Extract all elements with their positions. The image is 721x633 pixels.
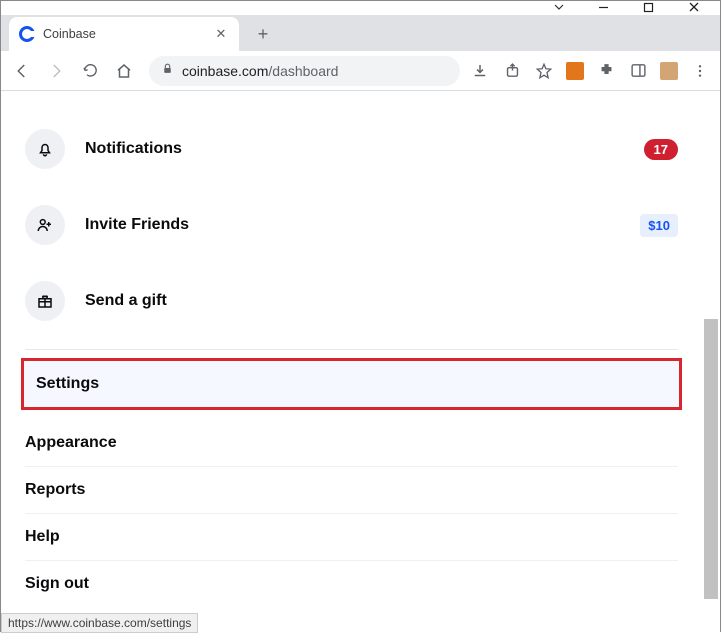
link-reports[interactable]: Reports — [25, 467, 678, 514]
invite-icon — [25, 205, 65, 245]
link-label: Appearance — [25, 434, 678, 452]
install-icon[interactable] — [470, 61, 490, 81]
metamask-extension-icon[interactable] — [566, 62, 584, 80]
menu-item-invite[interactable]: Invite Friends $10 — [25, 187, 678, 263]
link-label: Reports — [25, 481, 678, 499]
menu-label: Notifications — [85, 140, 624, 158]
link-label: Sign out — [25, 575, 678, 593]
window-titlebar — [1, 1, 720, 15]
link-label: Settings — [36, 375, 667, 393]
invite-reward-badge: $10 — [640, 214, 678, 237]
lock-icon — [161, 62, 174, 80]
new-tab-button[interactable]: + — [249, 20, 277, 48]
kebab-menu-icon[interactable] — [690, 61, 710, 81]
link-help[interactable]: Help — [25, 514, 678, 561]
menu-item-gift[interactable]: Send a gift — [25, 263, 678, 339]
scrollbar-thumb[interactable] — [704, 319, 718, 599]
menu-label: Invite Friends — [85, 216, 620, 234]
address-bar[interactable]: coinbase.com/dashboard — [149, 56, 460, 86]
toolbar-actions — [470, 61, 714, 81]
forward-button[interactable] — [41, 56, 71, 86]
menu-item-notifications[interactable]: Notifications 17 — [25, 111, 678, 187]
menu-label: Send a gift — [85, 292, 678, 310]
vertical-scrollbar[interactable] — [703, 91, 719, 633]
page-content: Notifications 17 Invite Friends $10 Send… — [1, 91, 702, 607]
page-viewport: Notifications 17 Invite Friends $10 Send… — [1, 91, 720, 633]
bell-icon — [25, 129, 65, 169]
link-signout[interactable]: Sign out — [25, 561, 678, 607]
home-button[interactable] — [109, 56, 139, 86]
url-text: coinbase.com/dashboard — [182, 63, 338, 79]
profile-avatar-icon[interactable] — [660, 62, 678, 80]
gift-icon — [25, 281, 65, 321]
back-button[interactable] — [7, 56, 37, 86]
close-tab-button[interactable]: ✕ — [213, 26, 229, 42]
notification-count-badge: 17 — [644, 139, 678, 160]
status-bar: https://www.coinbase.com/settings — [1, 613, 198, 633]
link-appearance[interactable]: Appearance — [25, 420, 678, 467]
tab-strip: Coinbase ✕ + — [1, 15, 720, 51]
sidepanel-icon[interactable] — [628, 61, 648, 81]
reload-button[interactable] — [75, 56, 105, 86]
extensions-icon[interactable] — [596, 61, 616, 81]
link-settings[interactable]: Settings — [21, 358, 682, 410]
share-icon[interactable] — [502, 61, 522, 81]
browser-tab[interactable]: Coinbase ✕ — [9, 17, 239, 51]
tab-title: Coinbase — [43, 27, 205, 41]
browser-toolbar: coinbase.com/dashboard — [1, 51, 720, 91]
link-label: Help — [25, 528, 678, 546]
star-icon[interactable] — [534, 61, 554, 81]
coinbase-favicon — [19, 26, 35, 42]
divider — [25, 349, 678, 350]
